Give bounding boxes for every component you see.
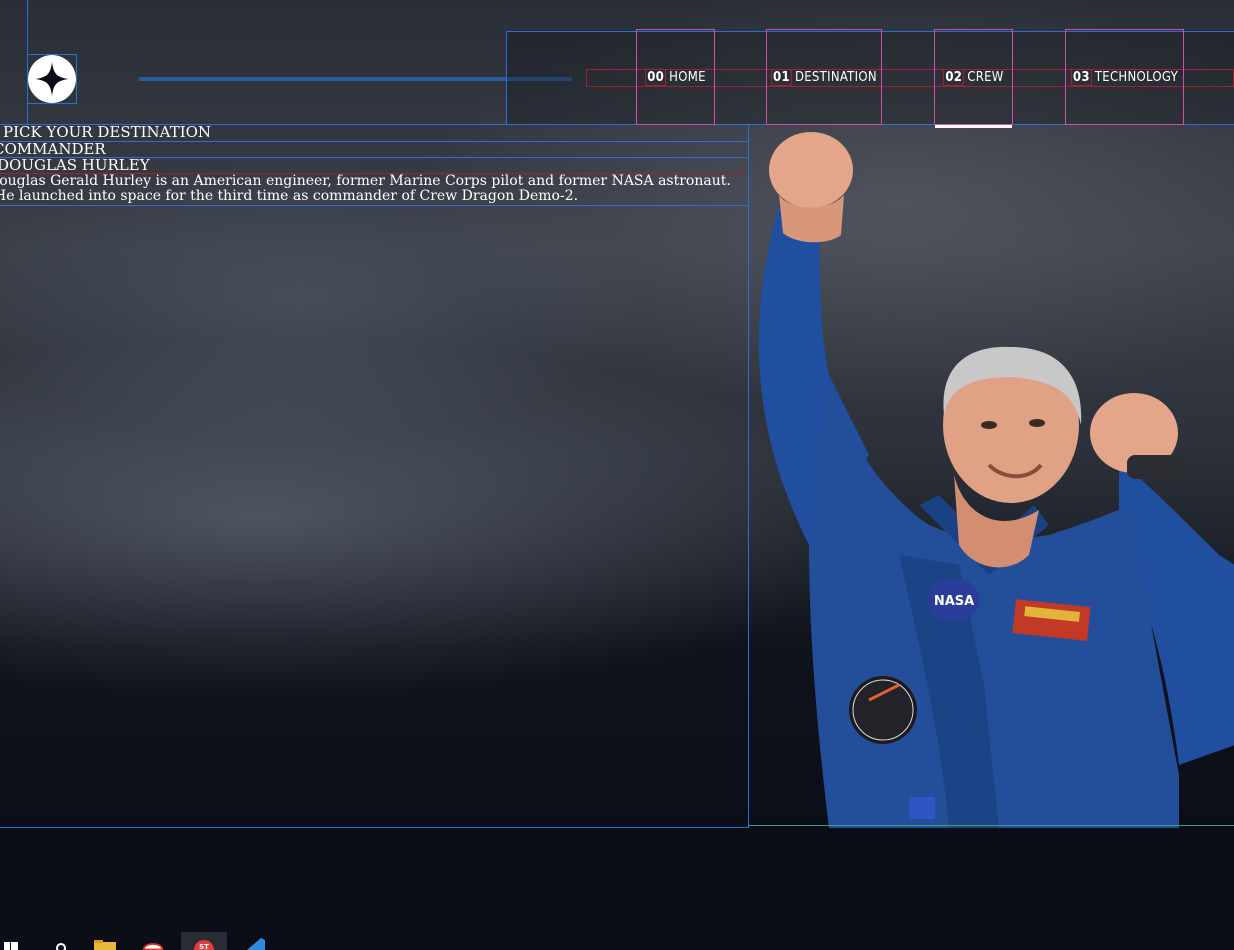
svg-text:ST: ST	[199, 943, 209, 950]
nav-label: CREW	[967, 69, 1004, 85]
nav-number: 01	[771, 68, 792, 86]
page-background	[0, 828, 1234, 930]
image-bottom-divider	[749, 825, 1234, 826]
page-subheading: PICK YOUR DESTINATION	[0, 125, 749, 142]
nav-item-technology[interactable]: 03 TECHNOLOGY	[1065, 29, 1184, 125]
nav-label: HOME	[669, 69, 706, 85]
nav-label: TECHNOLOGY	[1094, 69, 1179, 85]
content-bottom-divider	[0, 827, 749, 828]
browser-icon[interactable]	[142, 935, 164, 950]
start-icon[interactable]	[0, 935, 22, 950]
nav-number: 00	[645, 68, 667, 86]
nav-item-home[interactable]: 00 HOME	[636, 29, 715, 125]
file-explorer-icon[interactable]	[94, 935, 116, 950]
crew-name: DOUGLAS HURLEY	[0, 158, 749, 174]
nasa-patch-text: NASA	[934, 594, 974, 609]
nav-item-crew[interactable]: 02 CREW	[934, 29, 1013, 128]
vscode-icon[interactable]	[243, 935, 265, 950]
nav-label: DESTINATION	[794, 69, 877, 85]
crew-role: COMMANDER	[0, 142, 749, 158]
astronaut-illustration: NASA	[758, 132, 1234, 828]
crew-bio-text: Douglas Gerald Hurley is an American eng…	[0, 174, 731, 204]
crew-image: NASA	[748, 125, 1234, 828]
nav-number: 03	[1070, 68, 1092, 86]
nav-item-destination[interactable]: 01 DESTINATION	[766, 29, 882, 125]
logo[interactable]	[27, 54, 77, 104]
crew-bio: Douglas Gerald Hurley is an American eng…	[0, 174, 749, 206]
app-icon[interactable]: ST	[181, 932, 227, 950]
nav-number: 02	[943, 68, 965, 86]
star-logo-icon	[28, 55, 76, 103]
taskbar: ST	[0, 930, 1234, 950]
search-icon[interactable]	[48, 935, 70, 950]
